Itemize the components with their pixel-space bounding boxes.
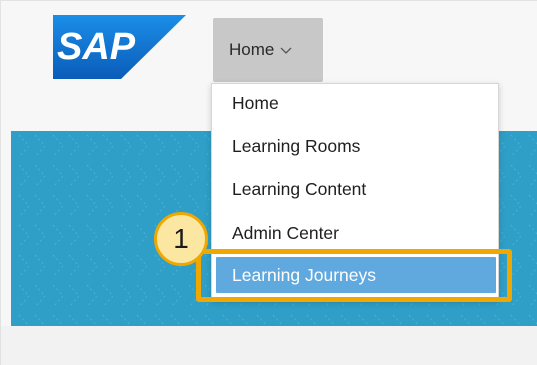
menu-item-learning-journeys[interactable]: Learning Journeys <box>216 257 496 293</box>
menu-item-admin-center[interactable]: Admin Center <box>212 215 498 251</box>
home-menu-label: Home <box>229 40 275 59</box>
sap-logo[interactable]: SAP <box>53 15 186 79</box>
home-dropdown-menu: Home Learning Rooms Learning Content Adm… <box>211 83 499 301</box>
svg-text:SAP: SAP <box>57 26 136 68</box>
menu-item-label: Home <box>232 92 279 113</box>
step-number-badge: 1 <box>154 212 208 266</box>
menu-item-label: Learning Content <box>232 178 367 199</box>
step-number: 1 <box>173 223 189 254</box>
menu-item-learning-content[interactable]: Learning Content <box>212 171 498 207</box>
menu-item-label: Learning Rooms <box>232 135 361 156</box>
page: SAP Home Home Learning Rooms Learning Co… <box>0 0 537 365</box>
menu-item-learning-rooms[interactable]: Learning Rooms <box>212 128 498 164</box>
chevron-down-icon <box>280 47 292 54</box>
menu-item-home[interactable]: Home <box>212 85 498 121</box>
home-menu-button[interactable]: Home <box>213 18 323 82</box>
page-body <box>1 326 537 365</box>
menu-item-label: Admin Center <box>232 222 339 243</box>
menu-item-label: Learning Journeys <box>232 264 376 285</box>
